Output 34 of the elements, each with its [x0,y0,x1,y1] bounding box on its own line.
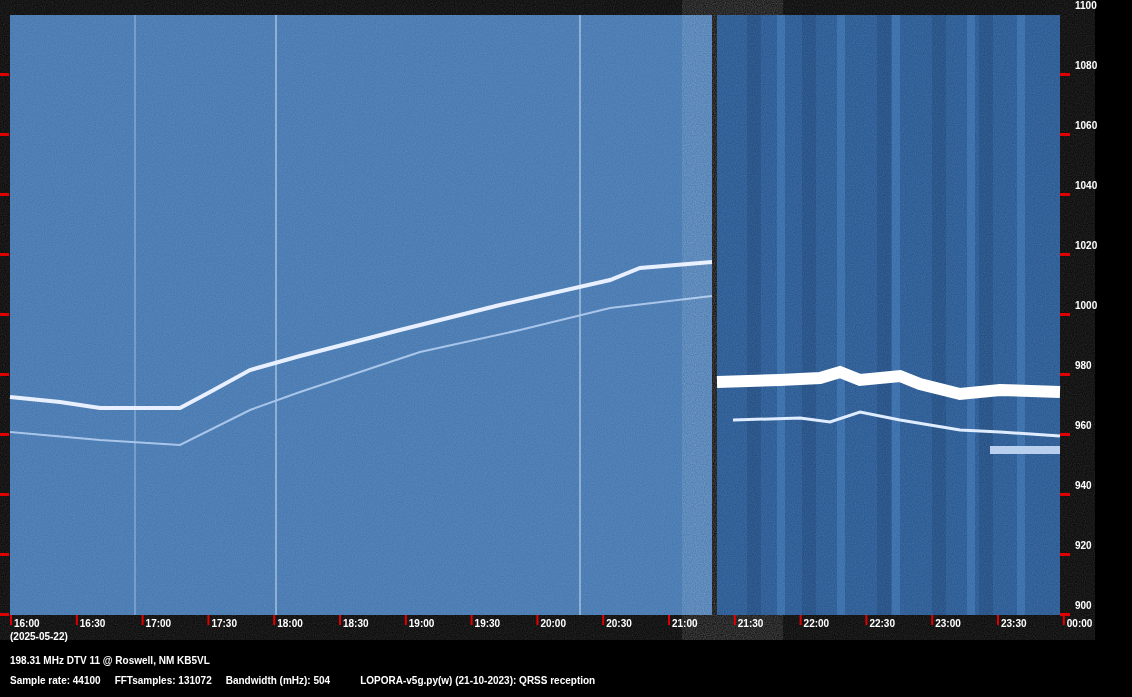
x-axis-label: 21:30 [737,618,764,630]
x-axis-label: 16:30 [79,618,106,630]
x-axis-label: 22:00 [803,618,830,630]
x-axis-label: 16:00 [14,618,40,630]
y-axis-label: 920 [1075,540,1092,552]
y-axis-label: 900 [1075,600,1092,612]
x-axis-label: 19:30 [474,618,501,630]
x-axis-label: 19:00 [408,618,435,630]
y-axis-label: 940 [1075,480,1092,492]
x-axis-label: 23:30 [1001,618,1027,630]
y-axis-label: 980 [1075,360,1092,372]
y-axis-label: 960 [1075,420,1092,432]
y-axis-label: 1040 [1075,180,1098,192]
x-axis-label: 20:30 [606,618,632,630]
y-axis-label: 1060 [1075,120,1098,132]
y-axis-label: 1080 [1075,60,1098,72]
x-axis-label: 21:00 [672,618,698,630]
station-info: 198.31 MHz DTV 11 @ Roswell, NM KB5VL [10,655,211,667]
x-axis-label: 00:00 [1066,618,1093,630]
y-axis-label: 1000 [1075,300,1098,312]
x-axis-label: 20:00 [540,618,566,630]
x-axis-label: 22:30 [869,618,895,630]
software-info: LOPORA-v5g.py(w) (21-10-2023): QRSS reception [360,675,596,687]
x-axis-label: 23:00 [935,618,961,630]
date-label: (2025-05-22) [10,631,68,643]
x-axis-label: 18:00 [277,618,303,630]
setting-text: FFTsamples: 131072 [114,675,212,687]
x-axis-label: 17:30 [211,618,237,630]
x-axis-label: 17:00 [145,618,172,630]
setting-text: Bandwidth (mHz): 504 [225,675,331,687]
setting-text: Sample rate: 44100 [10,675,101,687]
y-axis-label: 1020 [1075,240,1098,252]
x-axis-label: 18:30 [343,618,369,630]
y-axis-label: 1100 [1075,0,1097,12]
